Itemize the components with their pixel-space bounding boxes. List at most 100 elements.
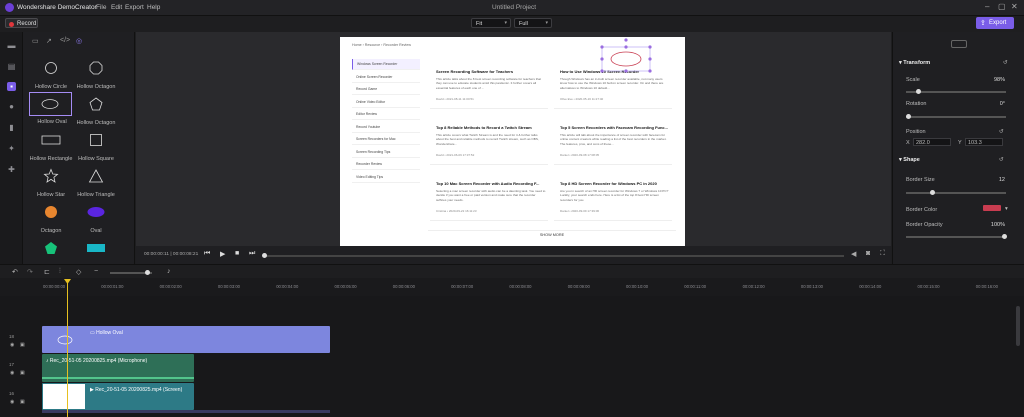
shape-hollow-octagon-2[interactable]: Hollow Octagon [77, 92, 115, 126]
minimize-icon[interactable]: – [985, 2, 989, 11]
menu-file[interactable]: File [96, 4, 106, 11]
article-card[interactable]: Top 5 Screen Recorders with Facecam Reco… [554, 113, 672, 165]
transition-icon[interactable]: ▮ [7, 123, 16, 132]
prev-frame-icon[interactable]: ⏮ [204, 250, 210, 258]
article-card[interactable]: Top 8 Reliable Methods to Record a Twitc… [430, 113, 548, 165]
shape-hollow-circle[interactable]: Hollow Circle [33, 56, 69, 90]
lock-icon[interactable]: ▣ [20, 342, 25, 348]
zoom-out-icon[interactable]: − [94, 268, 98, 275]
webpage-sidebar-item[interactable]: Online Screen Recorder [352, 72, 420, 83]
x-input[interactable]: 282.0 [913, 138, 951, 146]
eye-icon[interactable]: ◉ [10, 399, 14, 405]
shape-hollow-oval[interactable]: Hollow Oval [29, 92, 72, 125]
article-card[interactable]: Top 10 Mac Screen Recorder with Audio Re… [430, 169, 548, 221]
shape-hollow-square[interactable]: Hollow Square [78, 128, 114, 162]
stop-icon[interactable]: ■ [235, 250, 239, 257]
webpage-sidebar-item[interactable]: Video Editing Tips [352, 172, 420, 183]
rotation-slider[interactable] [906, 114, 1006, 120]
article-card[interactable]: Top 8 HD Screen Recorder for Windows PC … [554, 169, 672, 221]
transform-header[interactable]: ▾ Transform [899, 60, 930, 66]
lock-icon[interactable]: ▣ [20, 370, 25, 376]
scrubber-knob[interactable] [262, 253, 267, 258]
shape-hollow-octagon[interactable]: Hollow Octagon [77, 56, 115, 90]
show-more-button[interactable]: SHOW MORE [428, 230, 676, 238]
close-icon[interactable]: ✕ [1011, 2, 1018, 11]
display-toggle-icon[interactable] [951, 40, 967, 48]
webpage-sidebar-item[interactable]: Screen Recording Tips [352, 147, 420, 158]
timeline-ruler[interactable]: 00:00:00:00 00:00:01:00 00:00:02:00 00:00:0… [0, 278, 1024, 296]
export-button[interactable]: ⇪ Export [976, 17, 1014, 29]
clip-hollow-oval[interactable]: ▭ Hollow Oval [42, 326, 330, 353]
article-title[interactable]: Top 8 HD Screen Recorder for Windows PC … [560, 181, 672, 186]
timeline-scrollbar[interactable] [42, 410, 330, 413]
article-title[interactable]: Screen Recording Software for Teachers [436, 69, 548, 74]
breadcrumb-home[interactable]: Home [352, 43, 362, 47]
webpage-sidebar-item[interactable]: Screen Recorders for Mac [352, 134, 420, 145]
reset-icon[interactable]: ↺ [1003, 60, 1008, 66]
border-opacity-slider[interactable] [906, 234, 1007, 240]
speech-bubble-icon[interactable]: ▭ [32, 37, 39, 45]
shape-hollow-star[interactable]: Hollow Star [33, 164, 69, 198]
eye-icon[interactable]: ◉ [10, 342, 14, 348]
reset-icon[interactable]: ↺ [999, 129, 1004, 135]
article-title[interactable]: Top 10 Mac Screen Recorder with Audio Re… [436, 181, 548, 186]
webpage-sidebar-item[interactable]: Windows Screen Recorder [352, 59, 420, 70]
shape-hollow-rectangle[interactable]: Hollow Rectangle [30, 128, 72, 162]
article-card[interactable]: Screen Recording Software for Teachers Th… [430, 57, 548, 109]
play-icon[interactable]: ▶ [220, 250, 225, 258]
webpage-sidebar-item[interactable]: Online Video Editor [352, 97, 420, 108]
webpage-sidebar-item[interactable]: Record Youtube [352, 122, 420, 133]
split-icon[interactable]: ⫶ [59, 268, 61, 276]
oval-annotation[interactable] [598, 37, 658, 82]
shape-oval[interactable]: Oval [78, 200, 114, 234]
microphone-icon[interactable]: ♪ [167, 268, 171, 275]
menu-help[interactable]: Help [147, 4, 160, 11]
article-title[interactable]: Top 5 Screen Recorders with Facecam Reco… [560, 125, 672, 130]
webpage-sidebar-item[interactable]: Record Game [352, 84, 420, 95]
shape-rectangle-filled[interactable] [78, 236, 114, 260]
shapes-tab-icon[interactable]: ◎ [76, 37, 82, 45]
scale-slider[interactable] [906, 89, 1006, 95]
lock-icon[interactable]: ▣ [20, 399, 25, 405]
webpage-sidebar-item[interactable]: Editor Review [352, 109, 420, 120]
fullscreen-icon[interactable]: ⛶ [880, 250, 885, 258]
reset-icon[interactable]: ↺ [999, 157, 1004, 163]
redo-icon[interactable]: ↷ [27, 268, 33, 276]
camera-icon[interactable]: ◙ [866, 250, 870, 257]
eye-icon[interactable]: ◉ [10, 370, 14, 376]
zoom-knob[interactable] [145, 270, 150, 275]
quality-select[interactable]: Full ▾ [514, 18, 552, 28]
effects-icon[interactable]: ✦ [7, 144, 16, 153]
next-frame-icon[interactable]: ⏭ [249, 250, 255, 258]
maximize-icon[interactable]: ▢ [998, 2, 1006, 11]
menu-edit[interactable]: Edit [111, 4, 122, 11]
vertical-scrollbar[interactable] [1016, 306, 1020, 346]
annotation-icon[interactable]: ▪ [7, 82, 16, 91]
shape-pentagon-filled[interactable] [33, 236, 69, 260]
menu-export[interactable]: Export [125, 4, 144, 11]
article-title[interactable]: Top 8 Reliable Methods to Record a Twitc… [436, 125, 548, 130]
border-color-swatch[interactable] [983, 205, 1001, 211]
captions-icon[interactable]: ● [7, 102, 16, 111]
clip-microphone-audio[interactable]: ♪ Rec_20-51-05 20200825.mp4 (Microphone) [42, 354, 194, 382]
record-button[interactable]: Record [5, 18, 38, 28]
chevron-down-icon[interactable]: ▾ [1005, 206, 1008, 212]
code-icon[interactable]: </> [60, 37, 70, 44]
crop-icon[interactable]: ⊏ [44, 268, 50, 276]
border-size-slider[interactable] [906, 190, 1006, 196]
clip-screen-video[interactable]: ▶ Rec_20-51-05 20200825.mp4 (Screen) [42, 383, 194, 410]
shape-octagon[interactable]: Octagon [33, 200, 69, 234]
y-input[interactable]: 103.3 [965, 138, 1003, 146]
scrubber-track[interactable] [264, 255, 844, 257]
templates-icon[interactable]: ▤ [7, 62, 16, 71]
rotation-slider-knob[interactable] [906, 114, 911, 120]
scale-slider-knob[interactable] [916, 89, 921, 95]
stickers-icon[interactable]: ✚ [7, 165, 16, 174]
fit-select[interactable]: Fit ▾ [471, 18, 511, 28]
volume-icon[interactable]: ◀ [851, 250, 856, 258]
shape-header[interactable]: ▾ Shape [899, 157, 920, 163]
breadcrumb-current[interactable]: Recorder Review [383, 43, 411, 47]
marker-icon[interactable]: ◇ [76, 268, 81, 276]
folder-icon[interactable]: ▬ [7, 41, 16, 50]
playhead[interactable] [67, 281, 68, 417]
